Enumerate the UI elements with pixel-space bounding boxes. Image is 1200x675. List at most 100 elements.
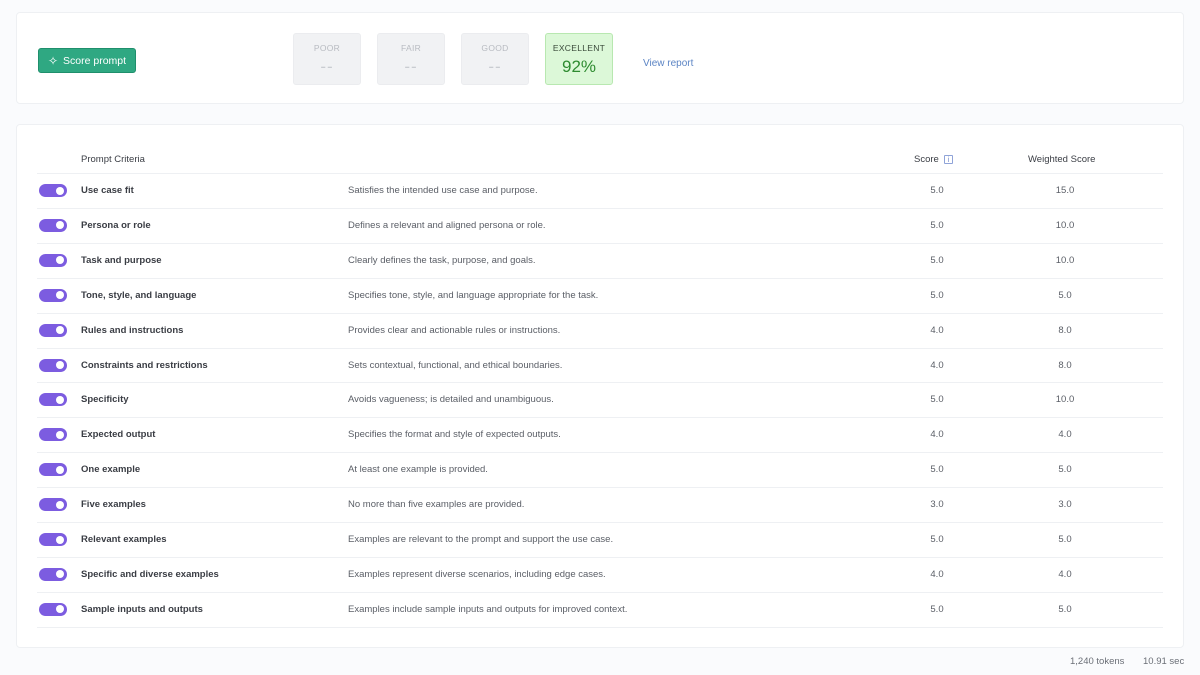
criteria-description: Examples represent diverse scenarios, in… <box>348 568 606 580</box>
criteria-name: Five examples <box>81 499 146 511</box>
criteria-description: Defines a relevant and aligned persona o… <box>348 219 546 231</box>
tier-value: -- <box>404 57 418 76</box>
toggle-knob <box>56 291 64 300</box>
criteria-description: Specifies the format and style of expect… <box>348 429 561 441</box>
criteria-description: Satisfies the intended use case and purp… <box>348 185 538 196</box>
toggle-knob <box>56 256 64 265</box>
criteria-name: Rules and instructions <box>81 324 184 336</box>
criteria-score: 5.0 <box>930 394 944 406</box>
table-bottom-divider <box>37 626 1163 628</box>
table-row: Constraints and restrictions Sets context… <box>37 347 1163 383</box>
criteria-name: Persona or role <box>81 219 151 231</box>
table-row: One example At least one example is provi… <box>37 452 1163 487</box>
criteria-name: Sample inputs and outputs <box>81 603 203 615</box>
criteria-name: Specificity <box>81 394 129 406</box>
criteria-score: 5.0 <box>930 219 944 231</box>
table-row: Task and purpose Clearly defines the task… <box>37 242 1163 278</box>
criteria-name: Task and purpose <box>81 254 162 266</box>
criteria-score: 5.0 <box>930 464 944 476</box>
criteria-weighted-score: 10.0 <box>1055 254 1075 266</box>
criteria-name: Tone, style, and language <box>81 289 197 301</box>
criteria-weighted-score: 15.0 <box>1055 185 1075 196</box>
tier-value: -- <box>488 57 502 76</box>
criteria-toggle[interactable] <box>39 218 67 232</box>
criteria-toggle[interactable] <box>39 498 67 512</box>
tier-fair: FAIR -- <box>377 33 445 85</box>
toggle-knob <box>56 430 64 439</box>
criteria-table: Prompt Criteria Score i Weighted Score Us… <box>16 124 1184 648</box>
criteria-toggle[interactable] <box>39 533 67 546</box>
toggle-knob <box>56 570 64 579</box>
criteria-score: 5.0 <box>930 254 944 266</box>
toggle-knob <box>56 395 64 404</box>
criteria-weighted-score: 10.0 <box>1055 219 1075 231</box>
view-report-link[interactable]: View report <box>643 58 693 69</box>
criteria-name: One example <box>81 464 141 476</box>
criteria-toggle[interactable] <box>39 184 67 197</box>
criteria-toggle[interactable] <box>39 323 67 337</box>
criteria-description: Clearly defines the task, purpose, and g… <box>348 254 536 266</box>
criteria-toggle[interactable] <box>39 567 67 581</box>
toggle-knob <box>56 326 64 335</box>
criteria-toggle[interactable] <box>39 393 67 407</box>
table-row: Tone, style, and language Specifies tone,… <box>37 277 1163 313</box>
criteria-weighted-score: 5.0 <box>1058 289 1072 301</box>
elapsed-time: 10.91 sec <box>1143 656 1185 667</box>
tier-label: EXCELLENT <box>552 43 606 53</box>
criteria-weighted-score: 5.0 <box>1058 534 1072 545</box>
header-score: Score i <box>914 154 953 165</box>
criteria-score: 4.0 <box>930 568 944 580</box>
criteria-toggle[interactable] <box>39 428 67 442</box>
criteria-score: 5.0 <box>930 534 944 545</box>
criteria-weighted-score: 8.0 <box>1058 324 1072 336</box>
criteria-weighted-score: 3.0 <box>1058 499 1072 511</box>
criteria-description: Specifies tone, style, and language appr… <box>348 289 599 301</box>
criteria-weighted-score: 5.0 <box>1058 464 1072 476</box>
tier-poor: POOR -- <box>293 33 361 85</box>
table-row: Specificity Avoids vagueness; is detailed… <box>37 382 1163 417</box>
criteria-description: At least one example is provided. <box>348 464 488 476</box>
criteria-description: Avoids vagueness; is detailed and unambi… <box>348 394 554 406</box>
criteria-name: Specific and diverse examples <box>81 568 219 580</box>
header-score-label: Score <box>914 154 939 165</box>
criteria-score: 4.0 <box>930 359 944 371</box>
criteria-toggle[interactable] <box>39 253 67 267</box>
table-row: Expected output Specifies the format and … <box>37 417 1163 452</box>
criteria-weighted-score: 4.0 <box>1058 568 1072 580</box>
tier-excellent: EXCELLENT 92% <box>545 33 613 85</box>
tier-good: GOOD -- <box>461 33 529 85</box>
criteria-toggle[interactable] <box>39 358 67 372</box>
score-summary-panel: ✧ Score prompt POOR -- FAIR -- GOOD -- E… <box>16 12 1184 104</box>
criteria-weighted-score: 4.0 <box>1058 429 1072 441</box>
toggle-knob <box>56 465 64 474</box>
criteria-score: 4.0 <box>930 429 944 441</box>
tier-label: FAIR <box>400 43 422 53</box>
table-row: Sample inputs and outputs Examples includ… <box>37 591 1163 627</box>
table-row: Use case fit Satisfies the intended use c… <box>37 173 1163 208</box>
token-count: 1,240 tokens <box>1070 656 1125 667</box>
tier-label: POOR <box>313 43 341 53</box>
criteria-toggle[interactable] <box>39 288 67 302</box>
overall-score-value: 92% <box>561 57 597 76</box>
criteria-weighted-score: 8.0 <box>1058 359 1072 371</box>
criteria-description: No more than five examples are provided. <box>348 499 525 511</box>
criteria-name: Constraints and restrictions <box>81 359 208 371</box>
toggle-knob <box>56 186 64 195</box>
criteria-description: Examples include sample inputs and outpu… <box>348 603 628 615</box>
toggle-knob <box>56 605 64 614</box>
info-icon[interactable]: i <box>943 155 953 164</box>
score-prompt-button[interactable]: ✧ Score prompt <box>38 48 136 73</box>
criteria-toggle[interactable] <box>39 602 67 616</box>
criteria-score: 5.0 <box>930 185 944 196</box>
criteria-toggle[interactable] <box>39 463 67 477</box>
toggle-knob <box>56 221 64 230</box>
table-row: Rules and instructions Provides clear and… <box>37 312 1163 348</box>
table-row: Five examples No more than five examples … <box>37 487 1163 522</box>
tier-label: GOOD <box>481 43 509 53</box>
table-row: Relevant examples Examples are relevant t… <box>37 522 1163 557</box>
toggle-knob <box>56 361 64 369</box>
criteria-name: Relevant examples <box>81 534 167 545</box>
criteria-score: 5.0 <box>930 603 944 615</box>
criteria-score: 3.0 <box>930 499 944 511</box>
criteria-name: Use case fit <box>81 185 134 196</box>
